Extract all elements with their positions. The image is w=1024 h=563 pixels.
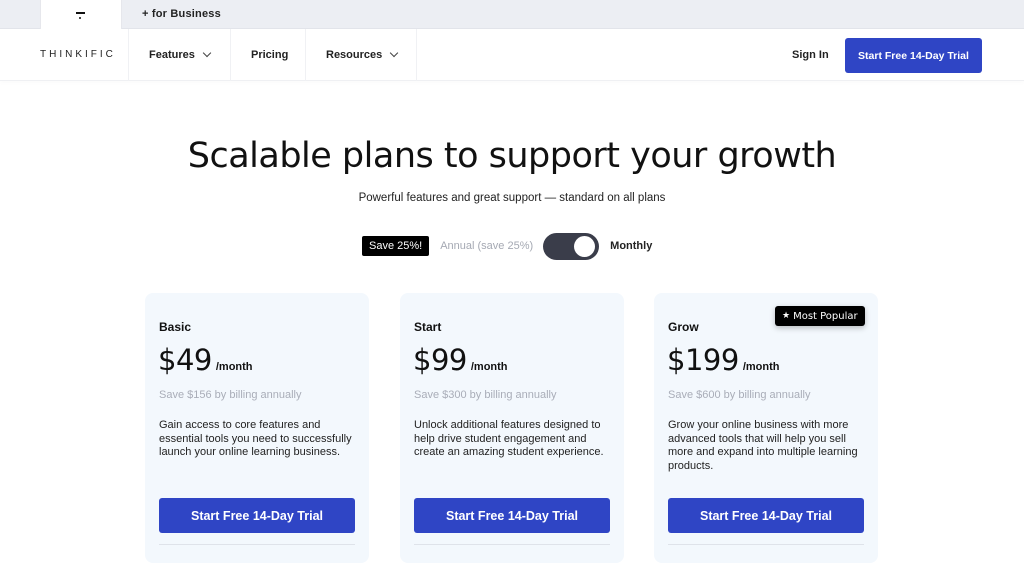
nav-item-resources[interactable]: Resources — [326, 29, 399, 81]
nav-divider — [305, 29, 306, 81]
nav-divider — [230, 29, 231, 81]
main-navbar: THINKIFIC Features Pricing Resources Sig… — [0, 29, 1024, 81]
start-trial-button[interactable]: Start Free 14-Day Trial — [845, 38, 982, 73]
plan-trial-button[interactable]: Start Free 14-Day Trial — [159, 498, 355, 533]
plan-name: Basic — [159, 320, 192, 334]
switch-knob — [574, 235, 596, 257]
brand-logo[interactable]: THINKIFIC — [40, 29, 116, 81]
nav-item-features[interactable]: Features — [149, 29, 212, 81]
plan-trial-button[interactable]: Start Free 14-Day Trial — [668, 498, 864, 533]
chevron-down-icon — [202, 48, 212, 58]
price-row: $199 /month — [667, 343, 779, 377]
thinkific-logo-icon — [76, 10, 86, 20]
annual-savings-note: Save $600 by billing annually — [668, 389, 811, 401]
save-badge: Save 25%! — [362, 236, 430, 256]
card-divider — [668, 544, 864, 545]
nav-divider — [416, 29, 417, 81]
plan-description: Grow your online business with more adva… — [668, 419, 858, 472]
card-divider — [414, 544, 610, 545]
page-title: Scalable plans to support your growth — [187, 136, 837, 176]
most-popular-badge: ★ Most Popular — [775, 306, 865, 326]
plan-card-grow: Grow $199 /month Save $600 by billing an… — [654, 293, 878, 563]
price-period: /month — [215, 361, 253, 373]
plan-name: Grow — [668, 320, 699, 334]
plan-description: Unlock additional features designed to h… — [414, 419, 604, 459]
top-site-switcher: + for Business — [0, 0, 1024, 30]
card-divider — [159, 544, 355, 545]
annual-option[interactable]: Annual (save 25%) — [440, 240, 533, 252]
price-period: /month — [742, 361, 780, 373]
plan-trial-button[interactable]: Start Free 14-Day Trial — [414, 498, 610, 533]
nav-item-label: Pricing — [251, 49, 289, 61]
star-icon: ★ — [782, 311, 791, 321]
sign-in-link[interactable]: Sign In — [792, 29, 829, 81]
annual-savings-note: Save $300 by billing annually — [414, 389, 557, 401]
plan-price: $49 — [158, 343, 212, 377]
billing-toggle: Save 25%! Annual (save 25%) Monthly — [362, 232, 652, 260]
price-row: $99 /month — [413, 343, 508, 377]
billing-switch[interactable] — [543, 232, 600, 260]
nav-divider — [128, 29, 129, 81]
badge-label: Most Popular — [793, 310, 858, 322]
home-tab[interactable] — [40, 0, 122, 30]
plan-description: Gain access to core features and essenti… — [159, 419, 352, 459]
plan-price: $99 — [413, 343, 467, 377]
chevron-down-icon — [390, 48, 399, 58]
plan-name: Start — [414, 320, 442, 334]
price-row: $49 /month — [158, 343, 253, 377]
nav-item-label: Resources — [326, 49, 383, 61]
monthly-option[interactable]: Monthly — [610, 240, 652, 252]
for-business-tab[interactable]: + for Business — [142, 0, 221, 29]
nav-item-pricing[interactable]: Pricing — [251, 29, 288, 81]
price-period: /month — [470, 361, 508, 373]
plan-card-basic: Basic $49 /month Save $156 by billing an… — [145, 293, 369, 563]
nav-item-label: Features — [149, 49, 195, 61]
plan-price: $199 — [667, 343, 739, 377]
page-subtitle: Powerful features and great support — st… — [358, 192, 666, 204]
annual-savings-note: Save $156 by billing annually — [159, 389, 302, 401]
plan-card-start: Start $99 /month Save $300 by billing an… — [400, 293, 624, 563]
